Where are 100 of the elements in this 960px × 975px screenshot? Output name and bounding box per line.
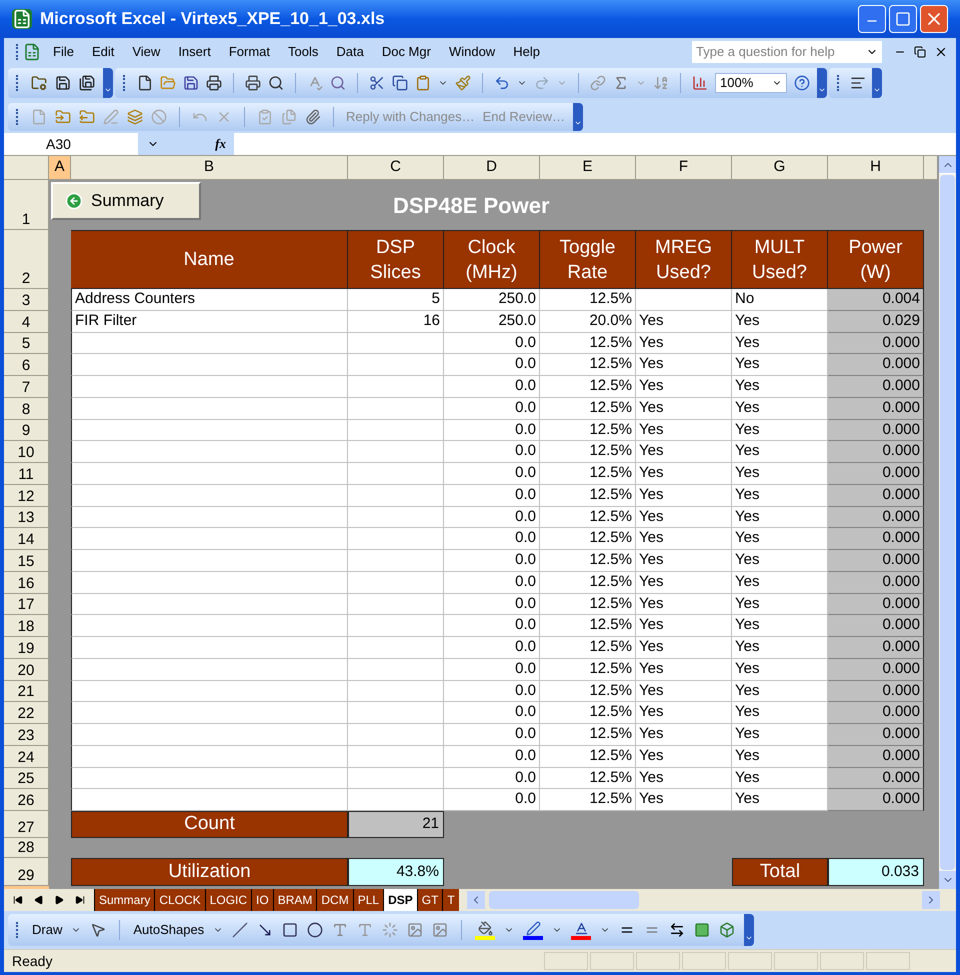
row-header[interactable]: 17: [4, 594, 49, 616]
toolbar-options-icon[interactable]: [103, 68, 113, 98]
row-header[interactable]: 15: [4, 550, 49, 572]
row-header[interactable]: 11: [4, 463, 49, 485]
horizontal-scrollbar[interactable]: [466, 891, 940, 909]
vertical-scrollbar[interactable]: [939, 156, 956, 889]
column-header[interactable]: D: [444, 156, 540, 180]
menu-item[interactable]: Format: [228, 42, 270, 62]
text-box-icon[interactable]: [332, 922, 348, 938]
shadow-icon[interactable]: [694, 922, 710, 938]
paintbrush-icon[interactable]: [455, 75, 471, 91]
row-header[interactable]: 5: [4, 332, 49, 354]
search-icon[interactable]: [330, 75, 346, 91]
toolbar-options-icon[interactable]: [744, 914, 754, 946]
oval-icon[interactable]: [307, 922, 324, 938]
save-all-icon[interactable]: [79, 75, 95, 91]
menu-item[interactable]: File: [53, 42, 74, 62]
row-header[interactable]: 8: [4, 398, 49, 420]
minimize-button[interactable]: [858, 5, 886, 33]
row-header[interactable]: 12: [4, 484, 49, 506]
fill-color-icon[interactable]: [475, 920, 496, 940]
maximize-button[interactable]: [889, 5, 917, 33]
toolbar-options-icon[interactable]: [573, 103, 583, 131]
sort-icon[interactable]: [653, 75, 669, 91]
menu-item[interactable]: Help: [513, 42, 540, 62]
save-icon[interactable]: [55, 75, 71, 91]
pointer-icon[interactable]: [90, 922, 106, 938]
close-button[interactable]: [920, 5, 948, 33]
document-icon[interactable]: [23, 42, 41, 60]
row-header[interactable]: 28: [4, 838, 49, 858]
column-header[interactable]: C: [348, 156, 444, 180]
menu-item[interactable]: Doc Mgr: [382, 42, 431, 62]
folder-icon[interactable]: [55, 109, 71, 125]
save-icon[interactable]: [183, 75, 199, 91]
column-header[interactable]: H: [828, 156, 924, 180]
layers-icon[interactable]: [127, 109, 143, 125]
sheet-tab[interactable]: T: [442, 889, 459, 911]
row-header[interactable]: 19: [4, 637, 49, 659]
column-header[interactable]: A: [49, 156, 71, 180]
menu-item[interactable]: Tools: [288, 42, 318, 62]
row-header[interactable]: 3: [4, 289, 49, 311]
row-header[interactable]: 29: [4, 858, 49, 886]
row-header[interactable]: 23: [4, 724, 49, 746]
row-header[interactable]: 22: [4, 702, 49, 724]
help-search-field[interactable]: Type a question for help: [692, 40, 882, 62]
menu-item[interactable]: Window: [448, 42, 496, 62]
next-sheet-icon[interactable]: [54, 895, 64, 905]
row-header[interactable]: 25: [4, 768, 49, 790]
zoom-field[interactable]: 100%: [715, 73, 787, 93]
menu-item[interactable]: View: [132, 42, 160, 62]
folder-icon[interactable]: [79, 109, 95, 125]
last-sheet-icon[interactable]: [74, 895, 85, 905]
row-header[interactable]: 16: [4, 572, 49, 594]
summary-button[interactable]: Summary: [51, 182, 201, 220]
row-header[interactable]: 1: [4, 180, 49, 230]
row-header[interactable]: 2: [4, 230, 49, 289]
row-header[interactable]: 7: [4, 376, 49, 398]
row-header[interactable]: 6: [4, 354, 49, 376]
rectangle-icon[interactable]: [282, 922, 298, 938]
menu-item[interactable]: Edit: [92, 42, 114, 62]
row-header[interactable]: 18: [4, 615, 49, 637]
line-color-icon[interactable]: [523, 920, 544, 940]
row-header[interactable]: 20: [4, 658, 49, 680]
draw-menu[interactable]: Draw: [32, 920, 62, 940]
line-icon[interactable]: [232, 922, 248, 938]
arrow-style-icon[interactable]: [669, 922, 686, 938]
copy-icon[interactable]: [392, 75, 408, 91]
attachment-icon[interactable]: [305, 109, 321, 125]
toolbar-options-icon[interactable]: [817, 68, 827, 98]
function-label[interactable]: fx: [215, 134, 226, 154]
row-header[interactable]: 27: [4, 811, 49, 838]
row-header[interactable]: 4: [4, 310, 49, 332]
sheet-tab[interactable]: DCM: [316, 889, 353, 911]
toolbar-options-icon[interactable]: [872, 68, 882, 98]
row-header[interactable]: 26: [4, 789, 49, 811]
printer-icon[interactable]: [245, 75, 261, 91]
font-color-icon[interactable]: [571, 920, 592, 940]
row-header[interactable]: 21: [4, 680, 49, 702]
arrow-icon[interactable]: [257, 922, 274, 938]
row-header[interactable]: 10: [4, 441, 49, 463]
folder-gear-icon[interactable]: [31, 75, 47, 91]
sheet-tab[interactable]: LOGIC: [204, 889, 252, 911]
row-header[interactable]: 13: [4, 506, 49, 528]
row-header[interactable]: 9: [4, 420, 49, 442]
sheet-tab[interactable]: DSP: [383, 889, 417, 911]
3d-box-icon[interactable]: [719, 922, 736, 938]
sheet-tab[interactable]: PLL: [352, 889, 384, 911]
autoshapes-menu[interactable]: AutoShapes: [133, 920, 204, 940]
link-icon[interactable]: [590, 75, 606, 91]
menu-item[interactable]: Data: [336, 42, 364, 62]
column-header[interactable]: G: [732, 156, 828, 180]
restore-icon[interactable]: [914, 46, 926, 58]
help-icon[interactable]: [794, 75, 810, 91]
menu-item[interactable]: Insert: [178, 42, 211, 62]
printer-icon[interactable]: [206, 75, 222, 91]
scissors-icon[interactable]: [369, 75, 385, 91]
clipboard-icon[interactable]: [257, 109, 273, 125]
clipboard-icon[interactable]: [415, 75, 431, 91]
row-header[interactable]: 24: [4, 746, 49, 768]
align-left-icon[interactable]: [850, 75, 866, 91]
